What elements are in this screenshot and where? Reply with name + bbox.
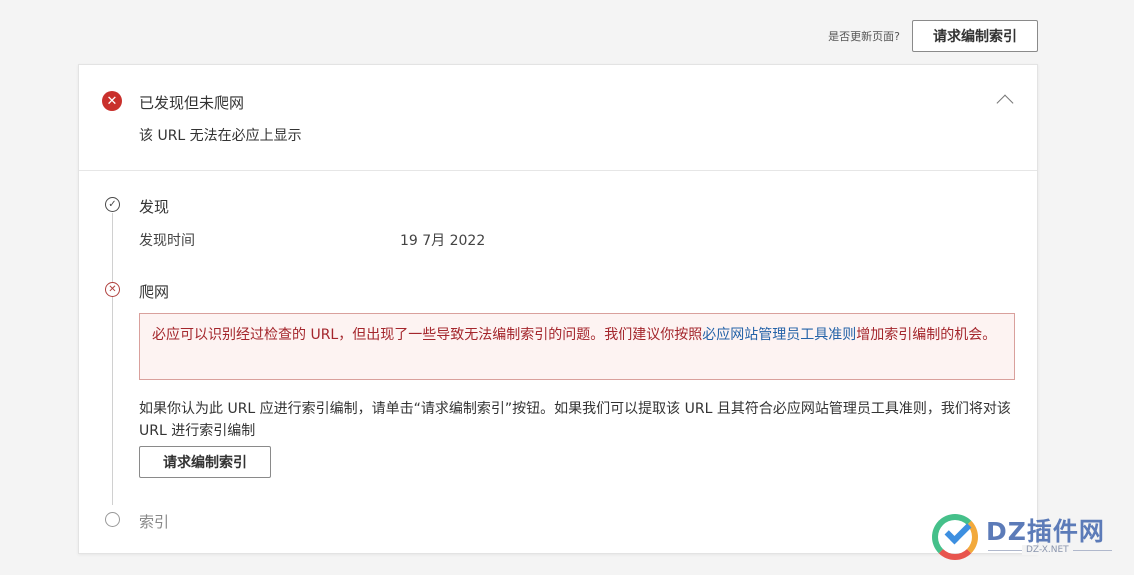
watermark-domain: DZ-X.NET: [1022, 545, 1073, 555]
discover-time-label: 发现时间: [139, 233, 195, 249]
update-question: 是否更新页面?: [828, 30, 900, 43]
step-crawl-title: 爬网: [139, 283, 170, 301]
inspection-card: ✕ 已发现但未爬网 该 URL 无法在必应上显示 ✓ 发现 发现时间 19 7月…: [78, 64, 1038, 554]
alert-text-after: 增加索引编制的机会。: [856, 327, 997, 343]
crawl-alert: 必应可以识别经过检查的 URL，但出现了一些导致无法编制索引的问题。我们建议你按…: [139, 313, 1015, 380]
x-circle-icon: ✕: [105, 282, 120, 297]
status-title: 已发现但未爬网: [139, 94, 245, 112]
watermark-logo: DZ插件网 DZ-X.NET: [930, 510, 1120, 560]
top-bar: 是否更新页面? 请求编制索引: [828, 20, 1038, 52]
status-subtitle: 该 URL 无法在必应上显示: [139, 128, 302, 144]
page: 是否更新页面? 请求编制索引 ✕ 已发现但未爬网 该 URL 无法在必应上显示 …: [0, 0, 1134, 575]
request-index-inline-button[interactable]: 请求编制索引: [139, 446, 271, 478]
request-index-button[interactable]: 请求编制索引: [912, 20, 1038, 52]
pending-circle-icon: [105, 512, 120, 527]
step-discover-title: 发现: [139, 198, 170, 216]
step-index-title: 索引: [139, 513, 170, 531]
alert-text-before: 必应可以识别经过检查的 URL，但出现了一些导致无法编制索引的问题。我们建议你按…: [152, 327, 703, 343]
chevron-up-icon[interactable]: [996, 94, 1014, 112]
check-circle-icon: ✓: [105, 197, 120, 212]
error-circle-icon: ✕: [102, 91, 122, 111]
guidelines-link[interactable]: 必应网站管理员工具准则: [702, 327, 856, 343]
timeline-line: [112, 213, 113, 505]
status-header[interactable]: ✕ 已发现但未爬网 该 URL 无法在必应上显示: [79, 65, 1037, 171]
discover-time-value: 19 7月 2022: [400, 233, 486, 249]
watermark-brand: DZ插件网: [986, 517, 1105, 546]
crawl-info-text: 如果你认为此 URL 应进行索引编制，请单击“请求编制索引”按钮。如果我们可以提…: [139, 401, 1011, 439]
